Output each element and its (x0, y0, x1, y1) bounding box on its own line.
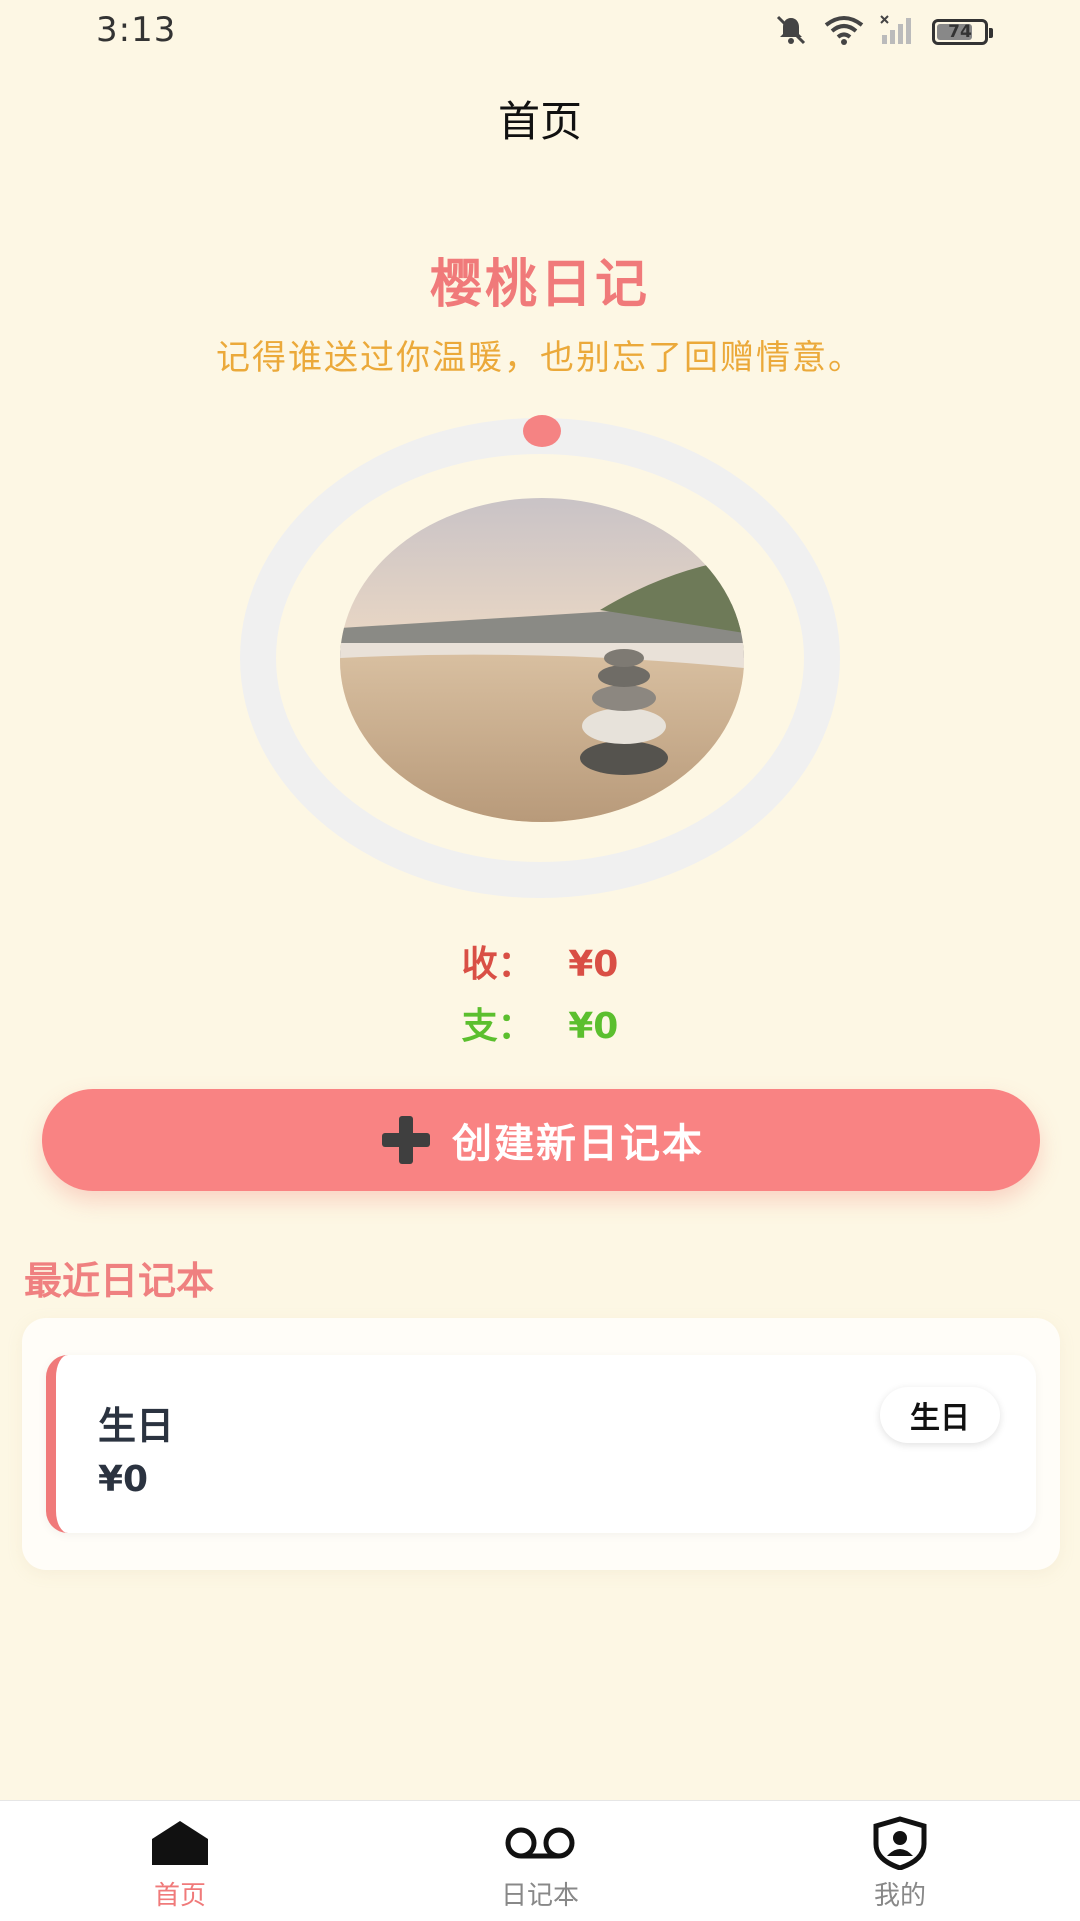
tab-notebook-label: 日记本 (500, 1881, 579, 1911)
income-value: ¥0 (568, 944, 619, 985)
income-label: 收： (461, 944, 534, 985)
plus-icon (378, 1112, 434, 1168)
bottom-tab-bar: 首页 日记本 我的 (0, 1800, 1080, 1921)
tab-home[interactable]: 首页 (0, 1801, 360, 1921)
signal-icon (880, 15, 916, 49)
app-slogan: 记得谁送过你温暖，也别忘了回赠情意。 (216, 338, 864, 378)
notebook-name: 生日 (98, 1404, 175, 1448)
recent-notebook-list: 生日 ¥0 生日 (22, 1318, 1060, 1570)
status-icons: 74 (774, 14, 993, 50)
notebook-tag: 生日 (880, 1387, 1000, 1443)
page-title: 首页 (497, 97, 582, 146)
battery-level: 74 (948, 22, 972, 42)
notebook-amount: ¥0 (98, 1459, 149, 1500)
profile-shield-icon (872, 1816, 928, 1870)
income-summary: 收： ¥0 (0, 935, 1080, 987)
recent-section-title: 最近日记本 (24, 1259, 215, 1303)
app-name: 樱桃日记 (429, 255, 650, 315)
expense-label: 支： (461, 1006, 534, 1047)
create-notebook-button[interactable]: 创建新日记本 (42, 1089, 1040, 1191)
tab-mine-label: 我的 (873, 1881, 926, 1911)
home-icon (150, 1817, 210, 1869)
mute-icon (774, 14, 808, 50)
status-bar: 3:13 74 (0, 0, 1080, 64)
battery-icon: 74 (932, 19, 993, 45)
hero-photo (340, 498, 744, 822)
wifi-icon (824, 15, 864, 49)
status-time: 3:13 (96, 10, 177, 50)
list-item[interactable]: 生日 ¥0 生日 (46, 1355, 1036, 1533)
voicemail-icon (503, 1817, 577, 1869)
expense-value: ¥0 (568, 1006, 619, 1047)
tab-mine[interactable]: 我的 (720, 1801, 1080, 1921)
create-notebook-label: 创建新日记本 (452, 1121, 704, 1167)
tab-notebook[interactable]: 日记本 (360, 1801, 720, 1921)
tab-home-label: 首页 (153, 1881, 206, 1911)
ring-indicator-dot (523, 415, 561, 447)
expense-summary: 支： ¥0 (0, 997, 1080, 1049)
